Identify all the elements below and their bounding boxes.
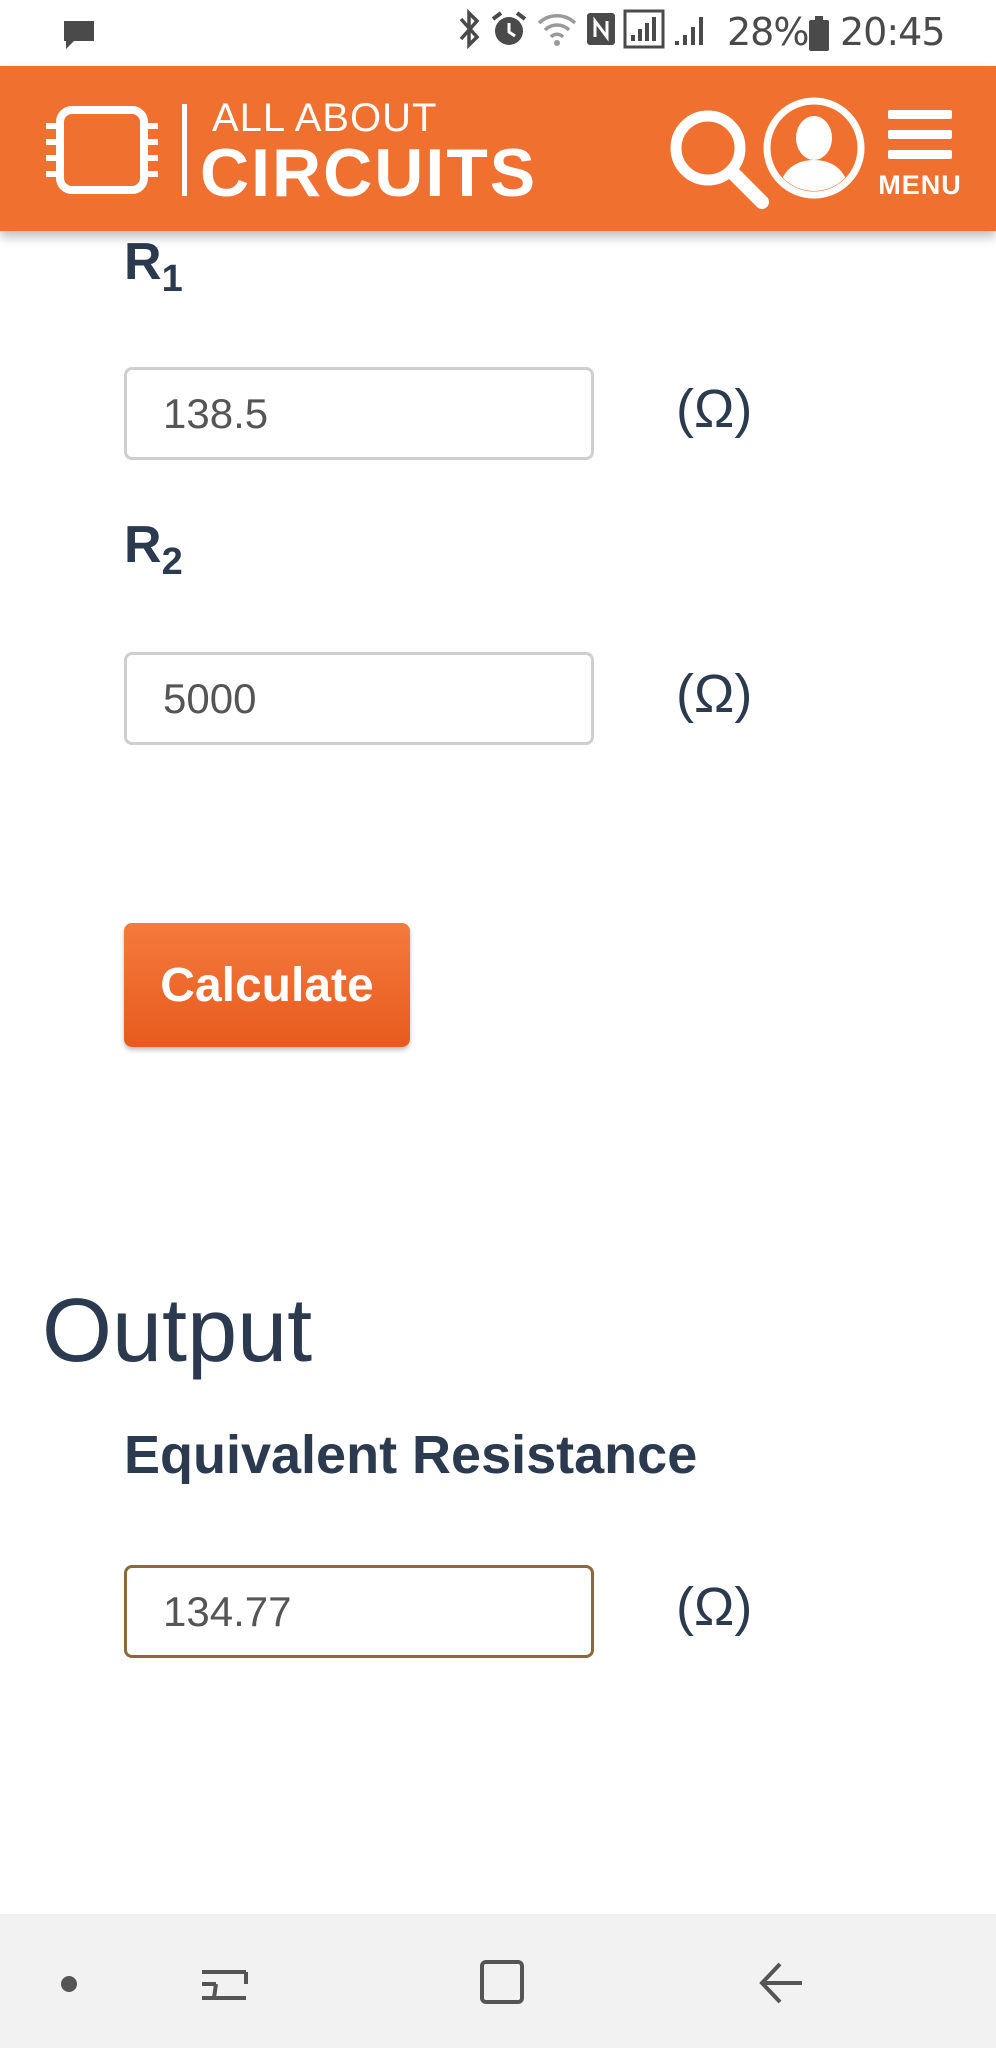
r1-label: R1 <box>124 233 183 300</box>
home-icon[interactable] <box>478 1914 528 2048</box>
menu-button[interactable]: MENU <box>872 102 972 212</box>
search-icon[interactable] <box>664 104 774 219</box>
r1-unit: (Ω) <box>676 379 753 439</box>
status-icons <box>455 8 711 58</box>
equivalent-resistance-output[interactable] <box>124 1565 594 1658</box>
menu-label: MENU <box>878 170 962 200</box>
hamburger-icon <box>888 110 952 119</box>
dot-icon[interactable] <box>54 1914 84 2048</box>
alarm-icon <box>489 9 529 58</box>
recent-apps-icon[interactable] <box>198 1914 252 2048</box>
clock: 20:45 <box>840 10 946 54</box>
logo-divider <box>182 104 187 196</box>
bluetooth-icon <box>455 8 483 58</box>
message-icon <box>62 16 96 60</box>
output-heading: Output <box>42 1281 313 1381</box>
user-account-icon[interactable] <box>762 96 866 205</box>
calculate-button[interactable]: Calculate <box>124 923 410 1047</box>
wifi-icon <box>535 9 579 58</box>
signal-icon <box>671 9 711 58</box>
r2-label: R2 <box>124 516 183 583</box>
r2-unit: (Ω) <box>676 664 753 724</box>
status-bar: 28% 20:45 <box>0 0 996 66</box>
battery-percent: 28% <box>727 10 809 54</box>
equivalent-resistance-label: Equivalent Resistance <box>124 1425 698 1485</box>
output-unit: (Ω) <box>676 1577 753 1637</box>
r2-input[interactable] <box>124 652 594 745</box>
site-header: ALL ABOUT CIRCUITS MENU <box>0 66 996 231</box>
system-nav-bar <box>0 1914 996 2048</box>
nfc-icon <box>585 11 617 56</box>
signal-icon <box>623 9 665 58</box>
logo-text-bottom[interactable]: CIRCUITS <box>200 134 537 212</box>
r1-input[interactable] <box>124 367 594 460</box>
back-icon[interactable] <box>758 1914 808 2048</box>
battery-icon <box>808 16 830 61</box>
chip-logo-icon[interactable] <box>44 104 160 201</box>
